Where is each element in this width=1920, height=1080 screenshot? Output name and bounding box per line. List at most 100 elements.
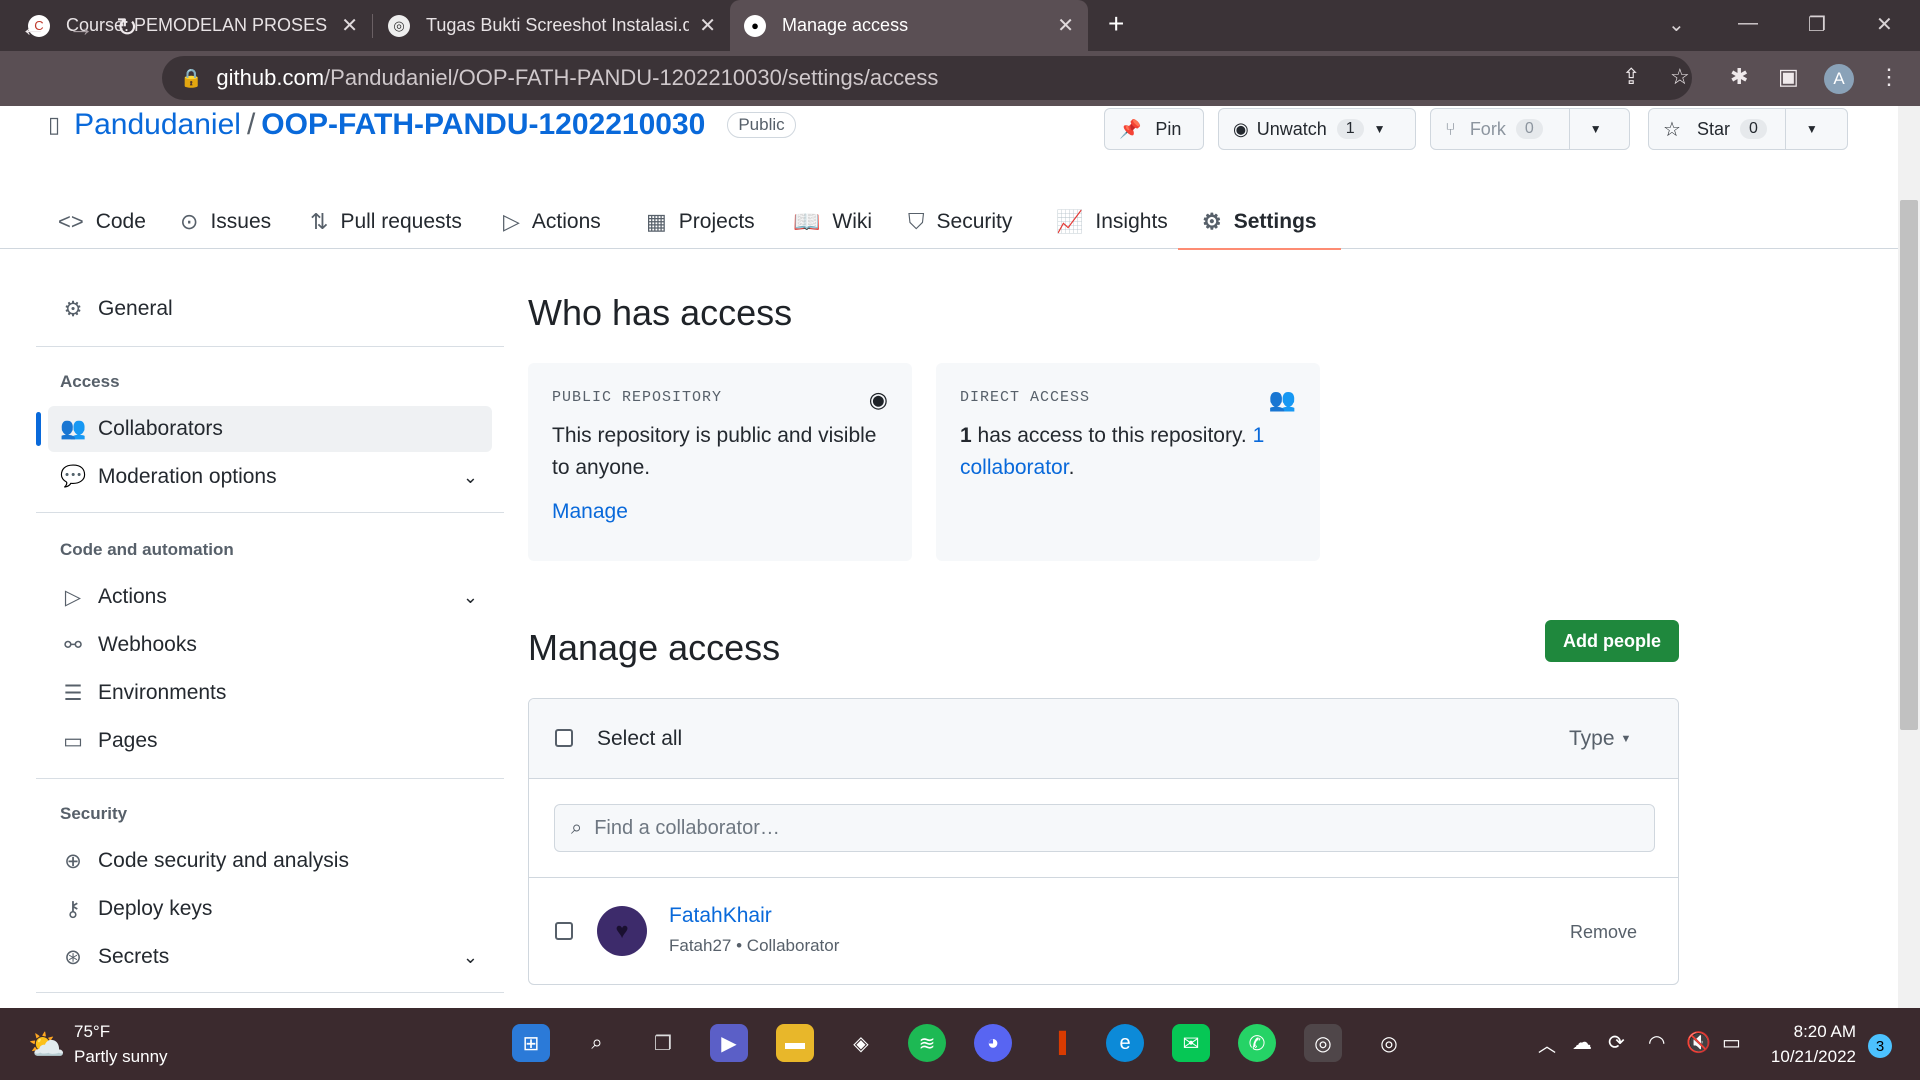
browser-tab-active[interactable]: ● Manage access ✕ xyxy=(730,0,1088,51)
sidebar-item-general[interactable]: ⚙ General xyxy=(48,286,492,332)
chrome-profile-icon[interactable]: ◎ xyxy=(1370,1024,1408,1062)
tab-insights[interactable]: 📈 Insights xyxy=(1056,195,1168,249)
sidebar-item-collaborators[interactable]: 👥 Collaborators xyxy=(48,406,492,452)
tab-settings[interactable]: ⚙ Settings xyxy=(1178,195,1341,250)
sidebar-item-moderation[interactable]: 💬 Moderation options ⌄ xyxy=(48,454,492,500)
tab-pull-requests[interactable]: ⇅ Pull requests xyxy=(310,195,462,249)
edge-icon[interactable]: e xyxy=(1106,1024,1144,1062)
add-people-button[interactable]: Add people xyxy=(1545,620,1679,662)
fork-button[interactable]: ⑂ Fork 0 ▼ xyxy=(1430,108,1630,150)
app-icon[interactable]: ◈ xyxy=(842,1024,880,1062)
tab-actions[interactable]: ▷ Actions xyxy=(503,195,601,249)
url-path: /Pandudaniel/OOP-FATH-PANDU-1202210030/s… xyxy=(324,65,939,90)
bookmark-star-icon[interactable]: ☆ xyxy=(1670,64,1690,90)
wifi-icon[interactable]: ◠ xyxy=(1648,1030,1665,1055)
sync-icon[interactable]: ⟳ xyxy=(1608,1030,1625,1055)
search-icon[interactable]: ⌕ xyxy=(578,1024,616,1062)
menu-kebab-icon[interactable]: ⋮ xyxy=(1878,64,1900,90)
reload-icon[interactable]: ↻ xyxy=(116,12,138,43)
profile-avatar[interactable]: A xyxy=(1824,64,1854,94)
back-icon[interactable]: ← xyxy=(20,12,46,43)
sidebar-item-label: Webhooks xyxy=(98,633,197,656)
remove-collaborator-button[interactable]: Remove xyxy=(1570,922,1637,943)
search-icon: ⌕ xyxy=(571,816,583,839)
clock-time[interactable]: 8:20 AM xyxy=(1790,1022,1856,1042)
chrome-icon[interactable]: ◎ xyxy=(1304,1024,1342,1062)
unwatch-button[interactable]: ◉ Unwatch 1 ▼ xyxy=(1218,108,1416,150)
tab-label: Actions xyxy=(531,210,601,233)
star-dropdown-icon[interactable]: ▼ xyxy=(1784,109,1818,149)
clock-date[interactable]: 10/21/2022 xyxy=(1766,1047,1856,1067)
sidebar-item-code-security[interactable]: ⊕ Code security and analysis xyxy=(48,838,492,884)
weather-icon[interactable]: ⛅ xyxy=(28,1028,65,1063)
windows-start-icon[interactable]: ⊞ xyxy=(512,1024,550,1062)
notification-badge[interactable]: 3 xyxy=(1868,1034,1892,1058)
address-bar[interactable]: 🔒 github.com /Pandudaniel/OOP-FATH-PANDU… xyxy=(162,56,1692,100)
star-button[interactable]: ☆ Star 0 ▼ xyxy=(1648,108,1848,150)
volume-muted-icon[interactable]: 🔇 xyxy=(1686,1030,1711,1055)
extensions-icon[interactable]: ✱ xyxy=(1730,64,1748,90)
fork-dropdown-icon[interactable]: ▼ xyxy=(1568,109,1602,149)
sidebar-item-label: Code security and analysis xyxy=(98,849,349,872)
office-icon[interactable]: ▐ xyxy=(1040,1024,1078,1062)
type-filter-dropdown[interactable]: Type ▼ xyxy=(1569,727,1631,751)
onedrive-icon[interactable]: ☁ xyxy=(1572,1030,1592,1055)
section-title-who-has-access: Who has access xyxy=(528,292,793,333)
sidebar-item-webhooks[interactable]: ⚯ Webhooks xyxy=(48,622,492,668)
browser-tab[interactable]: ◎ Tugas Bukti Screeshot Instalasi.d ✕ xyxy=(374,0,730,51)
avatar[interactable]: ♥ xyxy=(597,906,647,956)
sidebar-item-environments[interactable]: ☰ Environments xyxy=(48,670,492,716)
repo-icon: ▯ xyxy=(48,112,61,137)
close-tab-icon[interactable]: ✕ xyxy=(341,13,358,38)
repo-name-link[interactable]: OOP-FATH-PANDU-1202210030 xyxy=(261,108,705,142)
forward-icon[interactable]: → xyxy=(68,12,94,43)
repo-owner-link[interactable]: Pandudaniel xyxy=(74,108,241,142)
graph-icon: 📈 xyxy=(1056,209,1084,234)
tab-security[interactable]: ⛉ Security xyxy=(908,195,1012,249)
select-all-checkbox[interactable] xyxy=(555,729,573,747)
new-tab-icon[interactable]: + xyxy=(1108,8,1124,40)
close-window-icon[interactable]: ✕ xyxy=(1876,12,1893,37)
teams-chat-icon[interactable]: ▶ xyxy=(710,1024,748,1062)
close-tab-icon[interactable]: ✕ xyxy=(1057,13,1074,38)
pin-button[interactable]: 📌 Pin xyxy=(1104,108,1204,150)
sidebar-item-secrets[interactable]: ⊛ Secrets ⌄ xyxy=(48,934,492,980)
collaborator-checkbox[interactable] xyxy=(555,922,573,940)
fork-icon: ⑂ xyxy=(1445,118,1456,139)
find-collaborator-input[interactable]: ⌕ Find a collaborator… xyxy=(554,804,1655,852)
play-icon: ▷ xyxy=(503,209,520,234)
sidebar-item-label: Actions xyxy=(98,585,167,608)
sidebar-item-actions[interactable]: ▷ Actions ⌄ xyxy=(48,574,492,620)
side-panel-icon[interactable]: ▣ xyxy=(1778,64,1799,90)
sidebar-item-label: General xyxy=(98,297,173,320)
tab-search-icon[interactable]: ⌄ xyxy=(1668,12,1685,37)
tab-projects[interactable]: ▦ Projects xyxy=(646,195,755,249)
scrollbar-thumb[interactable] xyxy=(1900,200,1918,730)
path-separator: / xyxy=(246,108,256,141)
tab-code[interactable]: <> Code xyxy=(58,195,146,249)
whatsapp-icon[interactable]: ✆ xyxy=(1238,1024,1276,1062)
spotify-icon[interactable]: ≋ xyxy=(908,1024,946,1062)
task-view-icon[interactable]: ❐ xyxy=(644,1024,682,1062)
close-tab-icon[interactable]: ✕ xyxy=(699,13,716,38)
code-icon: <> xyxy=(58,209,84,234)
battery-icon[interactable]: ▭ xyxy=(1722,1030,1741,1055)
minimize-icon[interactable]: — xyxy=(1738,12,1758,35)
tab-label: Wiki xyxy=(832,210,873,233)
browser-icon: ▭ xyxy=(63,729,83,753)
star-icon: ☆ xyxy=(1663,118,1681,141)
tab-label: Security xyxy=(936,210,1013,233)
show-hidden-icons[interactable]: ︿ xyxy=(1538,1032,1556,1058)
file-explorer-icon[interactable]: ▬ xyxy=(776,1024,814,1062)
restore-icon[interactable]: ❐ xyxy=(1808,12,1826,37)
discord-icon[interactable]: ◕ xyxy=(974,1024,1012,1062)
tab-wiki[interactable]: 📖 Wiki xyxy=(793,195,872,249)
collaborator-name-link[interactable]: FatahKhair xyxy=(669,904,772,928)
sidebar-item-pages[interactable]: ▭ Pages xyxy=(48,718,492,764)
share-icon[interactable]: ⇪ xyxy=(1622,64,1640,90)
direct-access-card: DIRECT ACCESS 👥 1 has access to this rep… xyxy=(936,363,1320,561)
manage-visibility-link[interactable]: Manage xyxy=(552,500,628,523)
line-icon[interactable]: ✉ xyxy=(1172,1024,1210,1062)
sidebar-item-deploy-keys[interactable]: ⚷ Deploy keys xyxy=(48,886,492,932)
tab-issues[interactable]: ⊙ Issues xyxy=(180,195,271,249)
